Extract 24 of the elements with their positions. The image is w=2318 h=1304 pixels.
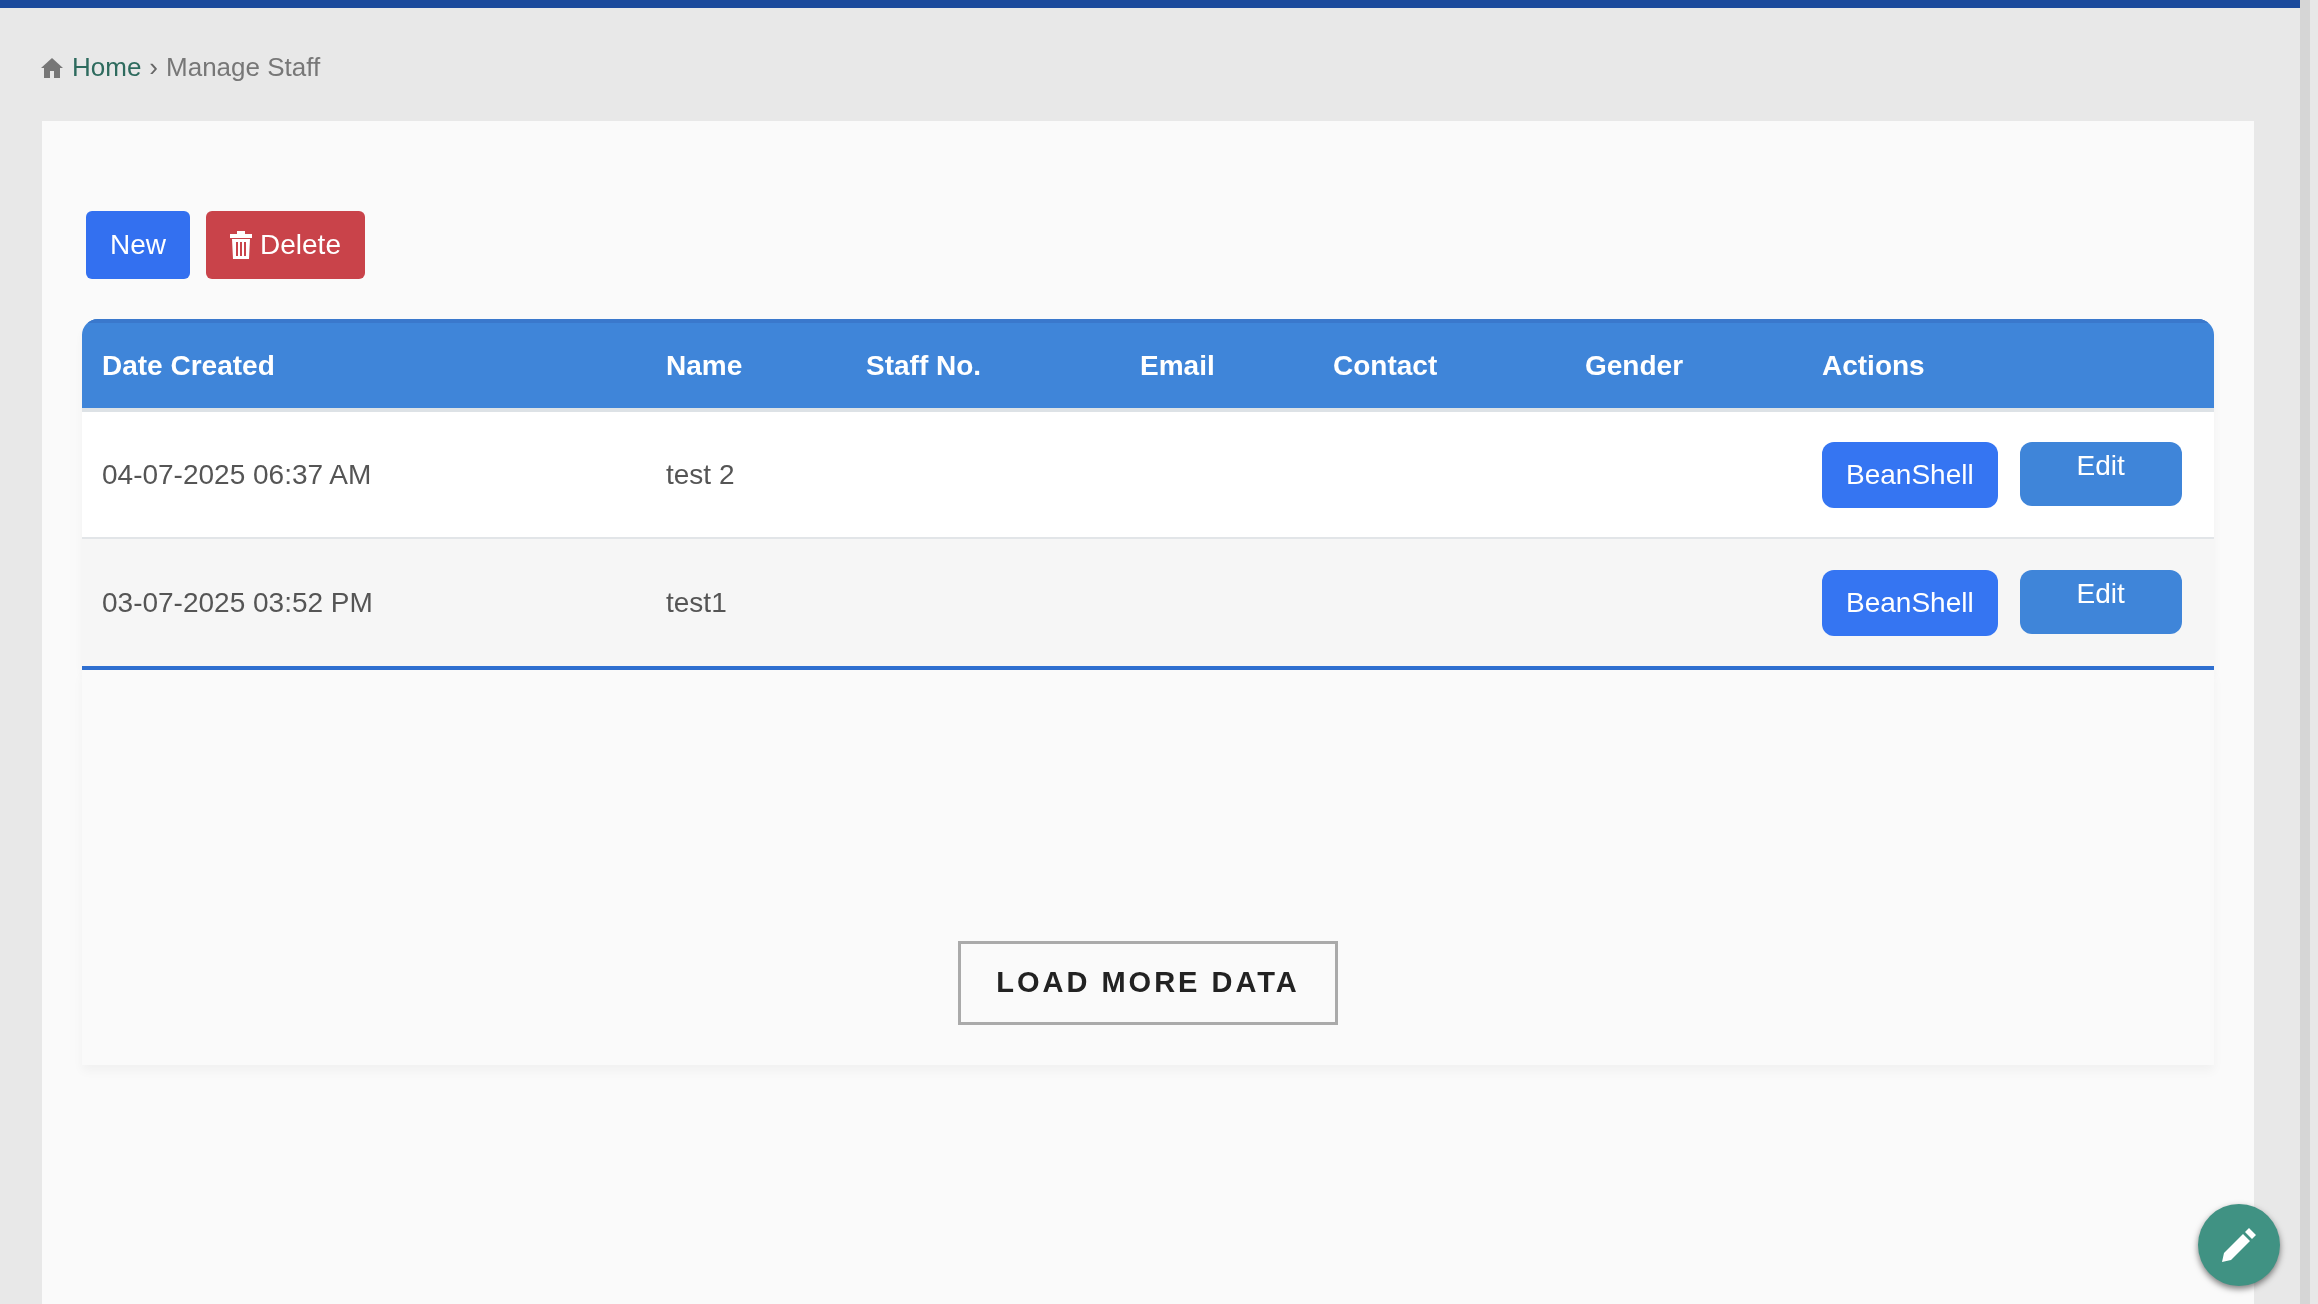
breadcrumb-current: Manage Staff [166,51,321,84]
new-button[interactable]: New [86,211,190,279]
delete-button[interactable]: Delete [206,211,365,279]
column-header: Actions [1822,348,1926,383]
table-cell-text: test1 [666,585,728,620]
column-header: Name [666,348,744,383]
beanshell-button[interactable]: BeanShell [1822,441,1998,508]
column-header: Email [1140,348,1216,383]
edit-button[interactable]: Edit [2019,569,2182,634]
table-cell-text: 03-07-2025 03:52 PM [101,585,374,620]
beanshell-button[interactable]: BeanShell [1822,569,1998,636]
home-icon [40,56,64,79]
edit-button[interactable]: Edit [2019,441,2182,506]
column-header: Gender [1585,348,1685,383]
table-cell-text: 04-07-2025 06:37 AM [101,457,373,492]
column-header: Date Created [101,348,276,383]
trash-icon [230,231,252,259]
column-header: Contact [1333,348,1439,383]
breadcrumb-separator: › [149,51,159,84]
table-cell-text: test 2 [666,457,736,492]
home-link[interactable]: Home [72,48,142,87]
column-header: Staff No. [866,348,983,383]
load-more-button[interactable]: LOAD MORE DATA [958,941,1338,1025]
pencil-icon [2219,1225,2259,1265]
